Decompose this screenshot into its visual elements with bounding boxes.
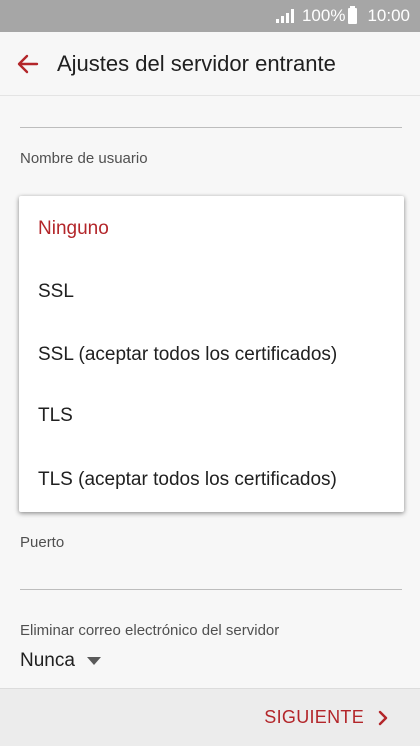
clock: 10:00 (367, 6, 410, 25)
delete-email-label: Eliminar correo electrónico del servidor (20, 622, 280, 639)
menu-item-ssl[interactable]: SSL (19, 261, 404, 323)
status-bar: 100% 10:00 (0, 0, 420, 32)
next-button[interactable]: SIGUIENTE (264, 707, 388, 728)
menu-item-tls[interactable]: TLS (19, 385, 404, 447)
signal-icon (275, 9, 294, 23)
page-title: Ajustes del servidor entrante (57, 50, 336, 76)
chevron-right-icon (378, 710, 388, 726)
app-bar: Ajustes del servidor entrante (0, 32, 420, 96)
delete-email-dropdown[interactable]: Nunca (20, 650, 101, 672)
menu-item-ssl-all-certs[interactable]: SSL (aceptar todos los certificados) (19, 324, 404, 386)
dropdown-arrow-icon (86, 657, 101, 665)
back-arrow-icon[interactable] (0, 32, 56, 96)
security-type-menu: Ninguno SSL SSL (aceptar todos los certi… (19, 196, 404, 512)
port-field-underline[interactable] (20, 589, 402, 590)
battery-level: 100% (301, 6, 346, 25)
username-label: Nombre de usuario (20, 150, 148, 167)
next-button-label: SIGUIENTE (264, 707, 364, 727)
menu-item-ninguno[interactable]: Ninguno (19, 198, 404, 260)
delete-email-value: Nunca (20, 650, 75, 671)
menu-item-tls-all-certs[interactable]: TLS (aceptar todos los certificados) (19, 449, 404, 511)
server-field-underline[interactable] (20, 127, 402, 128)
port-label: Puerto (20, 534, 65, 551)
battery-icon (348, 6, 358, 24)
bottom-bar: SIGUIENTE (0, 688, 420, 746)
